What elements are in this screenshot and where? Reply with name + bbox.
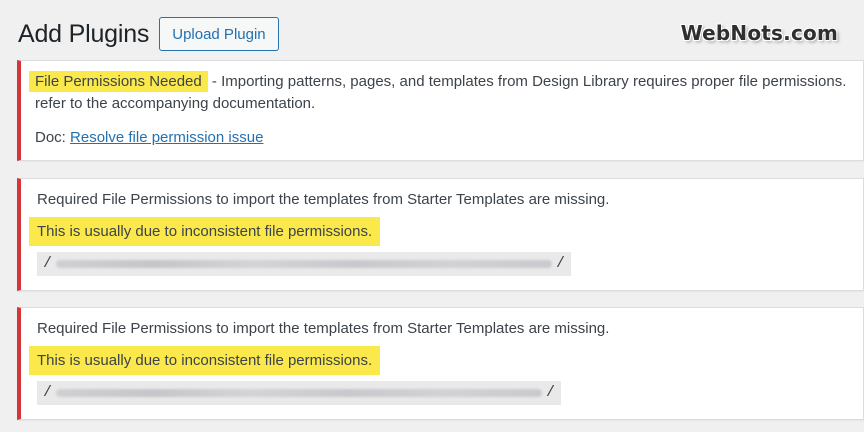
file-path: / / (37, 252, 572, 276)
path-row: / / (37, 381, 863, 405)
path-row: / / (37, 252, 863, 276)
upload-plugin-button[interactable]: Upload Plugin (159, 17, 279, 51)
notice-line: Required File Permissions to import the … (37, 191, 610, 208)
path-start: / (43, 255, 53, 272)
notice-highlight: This is usually due to inconsistent file… (29, 346, 381, 375)
notice-highlight-row: This is usually due to inconsistent file… (29, 346, 863, 375)
doc-label: Doc: (35, 129, 71, 146)
file-path: / / (37, 381, 562, 405)
file-permissions-notice: File Permissions Needed - Importing patt… (17, 60, 864, 161)
notice-text: - Importing patterns, pages, and templat… (207, 73, 847, 90)
notice-highlight-row: This is usually due to inconsistent file… (29, 217, 863, 246)
redacted-path (56, 260, 553, 268)
starter-templates-notice: Required File Permissions to import the … (17, 178, 864, 291)
path-end: / (546, 384, 556, 401)
page-title: Add Plugins (18, 19, 150, 48)
path-start: / (43, 384, 53, 401)
notice-message: File Permissions Needed - Importing patt… (29, 71, 863, 93)
notice-highlight: This is usually due to inconsistent file… (29, 217, 381, 246)
wp-admin-page: Add Plugins Upload Plugin WebNots.com Fi… (0, 0, 864, 432)
starter-templates-notice: Required File Permissions to import the … (17, 307, 864, 420)
notice-message-line2: refer to the accompanying documentation. (35, 95, 316, 112)
redacted-path (56, 389, 543, 397)
page-header: Add Plugins Upload Plugin (18, 17, 279, 51)
watermark-logo: WebNots.com (680, 21, 838, 45)
notice-line: Required File Permissions to import the … (37, 320, 610, 337)
notice-highlight: File Permissions Needed (29, 71, 208, 92)
resolve-permission-link[interactable]: Resolve file permission issue (70, 129, 263, 146)
path-end: / (556, 255, 566, 272)
notice-doc-row: Doc: Resolve file permission issue (35, 127, 863, 149)
